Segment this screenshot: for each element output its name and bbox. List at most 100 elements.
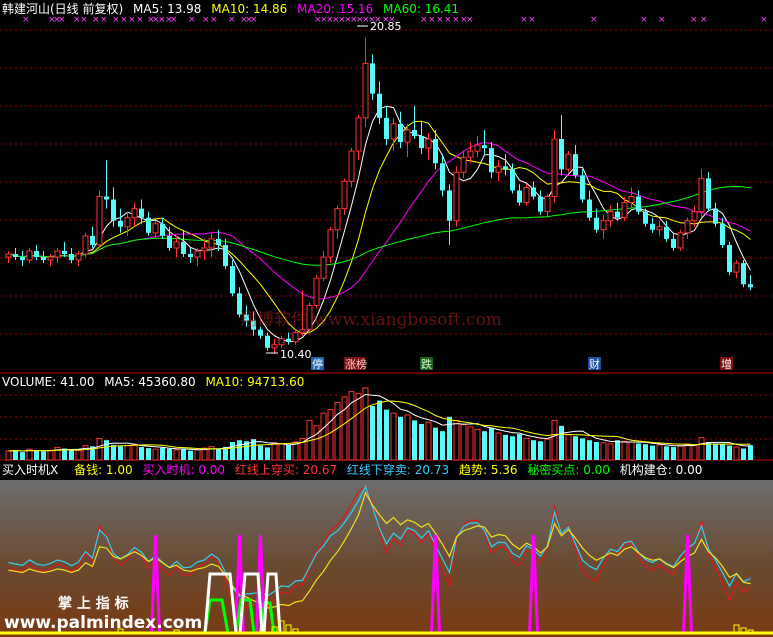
brand-cn: 掌 上 指 标 xyxy=(58,595,129,612)
candle-body xyxy=(167,235,172,248)
top-mark: × xyxy=(170,15,178,25)
volume-bar xyxy=(286,444,291,460)
volume-bar xyxy=(370,406,375,460)
candle-body xyxy=(348,150,355,182)
candle-body xyxy=(320,256,327,279)
candle-body xyxy=(271,344,278,349)
volume-bar xyxy=(160,447,165,460)
volume-bar xyxy=(551,419,558,461)
stock-chart[interactable]: × ××× × × × × × × × × ××× ×× × × × × ××× ××××××××××× ×× × × ×… xyxy=(0,0,773,637)
volume-bar xyxy=(495,432,502,461)
candle-body xyxy=(292,332,299,343)
volume-bar xyxy=(75,450,82,461)
candle-body xyxy=(384,117,389,140)
volume-bar xyxy=(615,440,620,460)
top-mark: × xyxy=(80,15,88,25)
candle-body xyxy=(34,250,39,258)
top-mark: × xyxy=(228,15,236,25)
candle-body xyxy=(41,257,46,261)
candle-body xyxy=(573,154,578,176)
candle-body xyxy=(677,232,684,249)
candle-body xyxy=(643,211,648,224)
top-mark: × xyxy=(188,15,196,25)
candle-body xyxy=(650,223,655,230)
candle-body xyxy=(404,129,411,143)
volume-bar xyxy=(433,427,438,460)
candle-body xyxy=(544,196,551,213)
event-tag: 增 xyxy=(721,357,732,371)
volume-bar xyxy=(600,442,607,461)
candle-body xyxy=(594,217,599,230)
candle-body xyxy=(628,196,635,204)
volume-bar xyxy=(691,444,698,461)
candle-body xyxy=(327,229,334,258)
candle-body xyxy=(587,199,592,218)
volume-bar xyxy=(677,445,684,461)
candle-body xyxy=(188,254,193,258)
volume-bar xyxy=(741,448,746,460)
candle-body xyxy=(447,190,452,221)
high-price-label: 20.85 xyxy=(370,20,402,33)
candle-body xyxy=(47,256,54,261)
candle-body xyxy=(495,165,502,173)
volume-bars xyxy=(5,387,753,461)
volume-bar xyxy=(544,438,551,461)
volume-bar xyxy=(698,437,705,461)
candle-body xyxy=(160,223,165,236)
candle-body xyxy=(621,202,628,219)
volume-bar xyxy=(377,400,382,460)
candle-body xyxy=(13,254,18,258)
candle-body xyxy=(671,238,676,248)
volume-bar xyxy=(258,445,263,460)
top-mark: × xyxy=(520,15,528,25)
volume-bar xyxy=(104,440,109,460)
low-price-label: 10.40 xyxy=(280,348,312,361)
candle-body xyxy=(82,235,89,255)
volume-bar xyxy=(733,446,740,461)
volume-bar xyxy=(390,412,397,461)
candle-body xyxy=(698,177,705,213)
volume-bar xyxy=(580,438,585,460)
candle-body xyxy=(706,178,711,209)
candle-body xyxy=(216,238,221,245)
volume-bar xyxy=(489,427,494,460)
candle-body xyxy=(104,196,109,200)
candle-body xyxy=(299,329,306,334)
volume-bar xyxy=(265,447,270,460)
brand-url: www.palmindex.com xyxy=(4,613,202,633)
volume-bar xyxy=(313,425,320,461)
volume-bar xyxy=(5,450,12,461)
candle-body xyxy=(656,226,663,231)
volume-bar xyxy=(460,424,467,461)
candle-body xyxy=(334,208,341,231)
volume-bar xyxy=(96,437,103,461)
volume-bar xyxy=(727,445,732,460)
volume-bar xyxy=(565,434,572,461)
volume-bar xyxy=(538,441,543,460)
volume-bar xyxy=(384,409,389,460)
candle-body xyxy=(398,123,403,143)
candle-body xyxy=(440,163,445,191)
candle-body xyxy=(362,62,369,119)
candle-body xyxy=(5,253,12,258)
ma10-line xyxy=(8,120,751,335)
top-mark: × xyxy=(428,15,436,25)
candle-body xyxy=(75,253,82,261)
volume-bar xyxy=(341,396,348,461)
top-mark: × xyxy=(528,15,536,25)
event-tags: 停 涨榜 跌 财 增 xyxy=(311,357,733,371)
candle-body xyxy=(684,220,691,234)
volume-bar xyxy=(194,449,201,461)
volume-bar xyxy=(671,447,676,460)
top-mark: × xyxy=(22,15,30,25)
candle-body xyxy=(278,338,285,346)
volume-bar xyxy=(482,431,487,460)
volume-bar xyxy=(636,443,641,460)
volume-bar xyxy=(573,436,578,460)
candle-body xyxy=(713,208,718,224)
volume-bar xyxy=(440,431,445,460)
top-mark: × xyxy=(92,15,100,25)
candle-body xyxy=(510,169,515,191)
candle-body xyxy=(467,150,474,158)
candle-body xyxy=(265,335,270,348)
